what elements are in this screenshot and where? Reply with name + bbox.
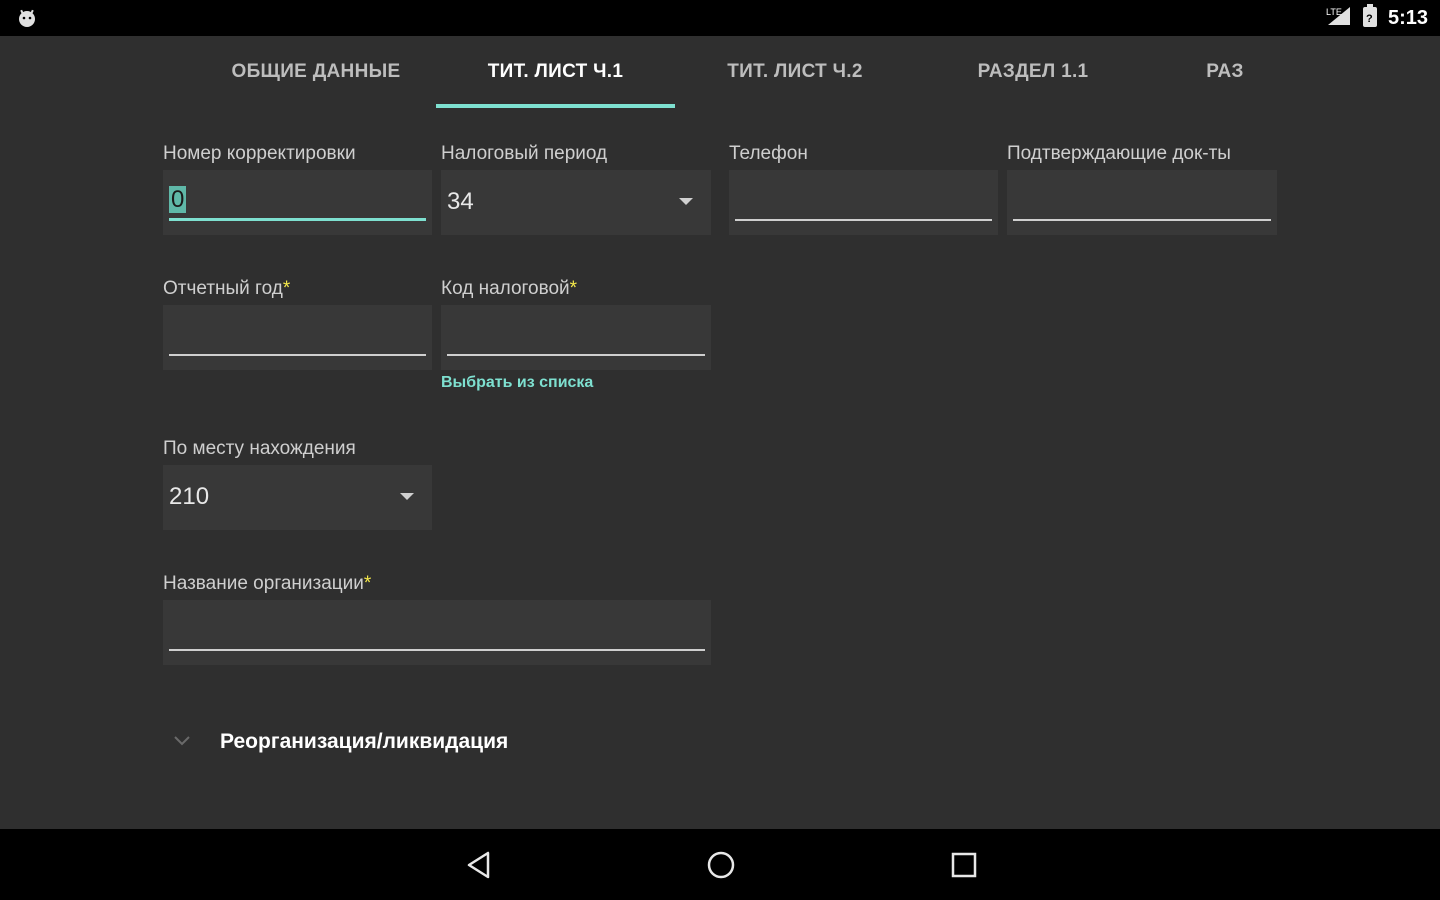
tab-section-1-1[interactable]: РАЗДЕЛ 1.1 <box>915 36 1151 108</box>
svg-text:?: ? <box>1366 13 1373 25</box>
choose-from-list-link[interactable]: Выбрать из списка <box>441 374 593 392</box>
field-underline <box>1013 219 1271 221</box>
back-icon[interactable] <box>461 847 497 883</box>
app-content: ОБЩИЕ ДАННЫЕ ТИТ. ЛИСТ Ч.1 ТИТ. ЛИСТ Ч.2… <box>0 36 1440 829</box>
location-dropdown[interactable]: 210 <box>163 465 432 530</box>
required-mark: * <box>569 278 578 299</box>
tab-label: ОБЩИЕ ДАННЫЕ <box>231 61 401 82</box>
location-label: По месту нахождения <box>163 438 356 459</box>
tax-code-label: Код налоговой* <box>441 278 578 299</box>
location-value: 210 <box>169 483 210 510</box>
required-mark: * <box>363 573 372 594</box>
report-year-field[interactable] <box>163 305 432 370</box>
android-icon <box>17 8 37 28</box>
status-bar: LTE ? 5:13 <box>0 0 1440 36</box>
field-underline <box>169 354 426 356</box>
phone-label: Телефон <box>729 143 808 164</box>
report-year-label: Отчетный год* <box>163 278 291 299</box>
chevron-down-icon <box>164 722 200 763</box>
navigation-bar <box>0 829 1440 900</box>
tab-general-data[interactable]: ОБЩИЕ ДАННЫЕ <box>196 36 436 108</box>
tab-label: ТИТ. ЛИСТ Ч.2 <box>727 61 863 82</box>
field-underline <box>169 649 705 651</box>
field-underline <box>735 219 992 221</box>
field-underline <box>169 218 426 221</box>
home-icon[interactable] <box>703 847 739 883</box>
status-time: 5:13 <box>1387 6 1428 29</box>
org-name-field[interactable] <box>163 600 711 665</box>
dropdown-arrow-icon <box>679 198 693 205</box>
tab-section-partial[interactable]: РАЗ <box>1151 36 1299 108</box>
reorganization-section-title: Реорганизация/ликвидация <box>220 730 509 753</box>
tab-label: РАЗ <box>1206 61 1244 82</box>
tab-bar: ОБЩИЕ ДАННЫЕ ТИТ. ЛИСТ Ч.1 ТИТ. ЛИСТ Ч.2… <box>0 36 1440 108</box>
tab-title-sheet-1[interactable]: ТИТ. ЛИСТ Ч.1 <box>436 36 675 108</box>
tax-code-field[interactable] <box>441 305 711 370</box>
battery-icon: ? <box>1362 3 1378 33</box>
tax-period-value: 34 <box>447 188 474 215</box>
signal-icon: LTE <box>1326 5 1352 32</box>
svg-text:LTE: LTE <box>1326 7 1342 17</box>
tab-label: РАЗДЕЛ 1.1 <box>977 61 1089 82</box>
reorganization-section-toggle[interactable]: Реорганизация/ликвидация <box>164 724 508 760</box>
field-underline <box>447 354 705 356</box>
correction-number-label: Номер корректировки <box>163 143 356 164</box>
tax-period-label: Налоговый период <box>441 143 608 164</box>
tab-label: ТИТ. ЛИСТ Ч.1 <box>487 61 624 82</box>
recents-icon[interactable] <box>946 847 982 883</box>
org-name-label: Название организации* <box>163 573 372 594</box>
required-mark: * <box>282 278 291 299</box>
supporting-docs-label: Подтверждающие док-ты <box>1007 143 1231 164</box>
correction-number-field[interactable]: 0 <box>163 170 432 235</box>
correction-number-value: 0 <box>169 186 187 213</box>
tax-period-dropdown[interactable]: 34 <box>441 170 711 235</box>
dropdown-arrow-icon <box>400 493 414 500</box>
tab-title-sheet-2[interactable]: ТИТ. ЛИСТ Ч.2 <box>675 36 915 108</box>
supporting-docs-field[interactable] <box>1007 170 1277 235</box>
phone-field[interactable] <box>729 170 998 235</box>
